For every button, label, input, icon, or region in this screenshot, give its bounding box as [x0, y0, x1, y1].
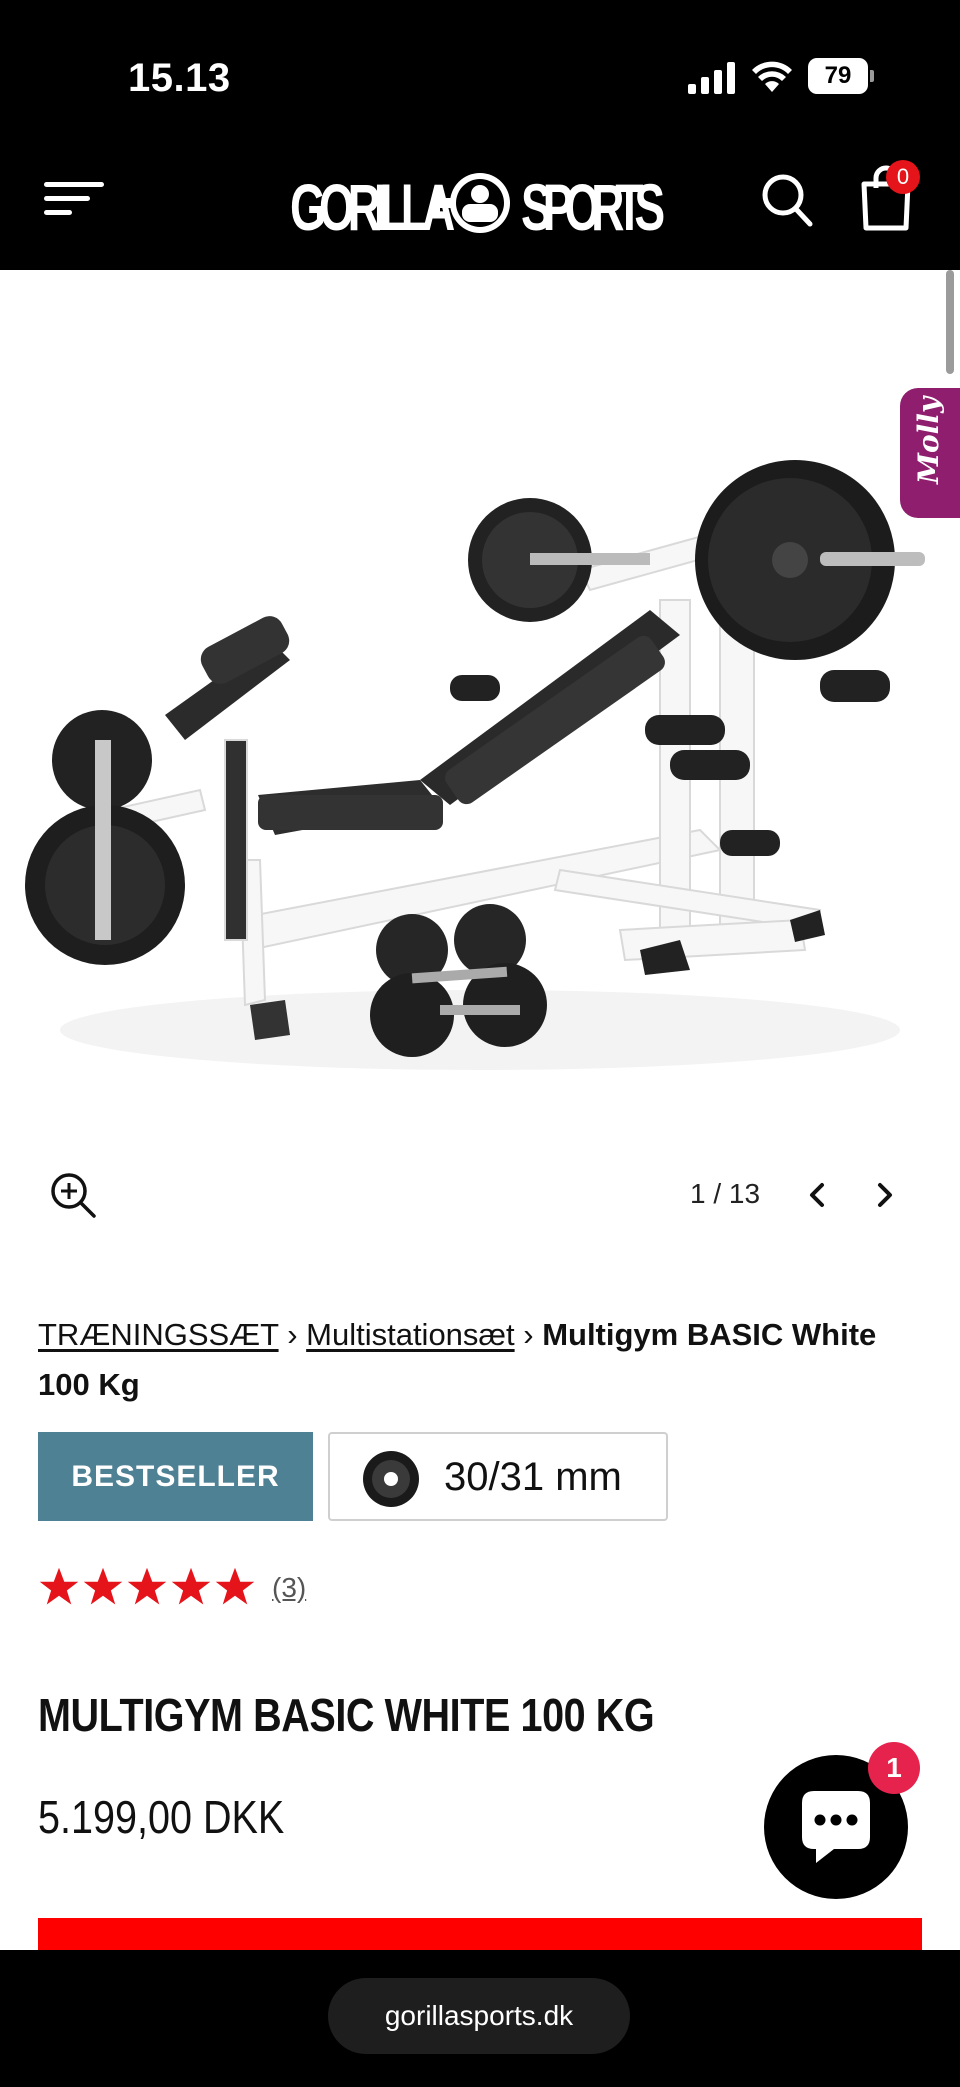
zoom-in-icon[interactable]	[48, 1170, 98, 1220]
signal-icon	[688, 62, 735, 94]
breadcrumb-link-multistationssaet[interactable]: Multistationsæt	[306, 1317, 514, 1352]
product-title: MULTIGYM BASIC WHITE 100 KG	[38, 1689, 655, 1741]
star-icon	[127, 1567, 167, 1605]
breadcrumb-link-traeningssaet[interactable]: TRÆNINGSSÆT	[38, 1317, 279, 1352]
menu-icon[interactable]	[44, 178, 106, 218]
bar-diameter-badge: 30/31 mm	[328, 1432, 668, 1521]
battery-level: 79	[824, 62, 852, 89]
breadcrumb-separator: ›	[523, 1317, 534, 1352]
bestseller-badge: BESTSELLER	[38, 1432, 313, 1521]
review-count-link[interactable]: (3)	[272, 1572, 306, 1604]
breadcrumb-separator: ›	[287, 1317, 298, 1352]
gallery-pager: 1 / 13	[690, 1178, 761, 1209]
status-time: 15.13	[128, 56, 231, 100]
header-bar: 15.13 79 GORILLA SPORTS	[0, 0, 960, 270]
breadcrumb: TRÆNINGSSÆT › Multistationsæt › Multigym…	[38, 1310, 918, 1410]
chat-unread-badge: 1	[868, 1742, 920, 1794]
browser-toolbar: gorillasports.dk	[0, 1950, 960, 2087]
cart-count-badge: 0	[886, 160, 920, 194]
search-icon[interactable]	[760, 172, 814, 228]
gorilla-sports-logo[interactable]: GORILLA SPORTS	[290, 160, 670, 246]
product-price: 5.199,00 DKK	[38, 1791, 285, 1843]
weight-plate-icon	[363, 1451, 419, 1507]
logo-text-right: SPORTS	[521, 171, 665, 245]
molly-chat-tab[interactable]: Molly	[900, 388, 960, 518]
molly-tab-label: Molly	[912, 396, 945, 484]
bar-diameter-text: 30/31 mm	[444, 1455, 622, 1499]
star-rating[interactable]	[38, 1566, 258, 1610]
multigym-photo	[25, 460, 925, 1070]
chevron-left-icon[interactable]	[802, 1178, 832, 1212]
star-icon	[215, 1567, 255, 1605]
star-icon	[171, 1567, 211, 1605]
chevron-right-icon[interactable]	[870, 1178, 900, 1212]
star-icon	[83, 1567, 123, 1605]
address-bar[interactable]: gorillasports.dk	[328, 1978, 630, 2054]
page-scrollbar[interactable]	[946, 270, 954, 374]
star-icon	[39, 1567, 79, 1605]
product-image[interactable]	[0, 270, 960, 1150]
logo-text-left: GORILLA	[290, 171, 455, 245]
battery-icon: 79	[808, 58, 874, 94]
wifi-icon	[752, 61, 792, 92]
